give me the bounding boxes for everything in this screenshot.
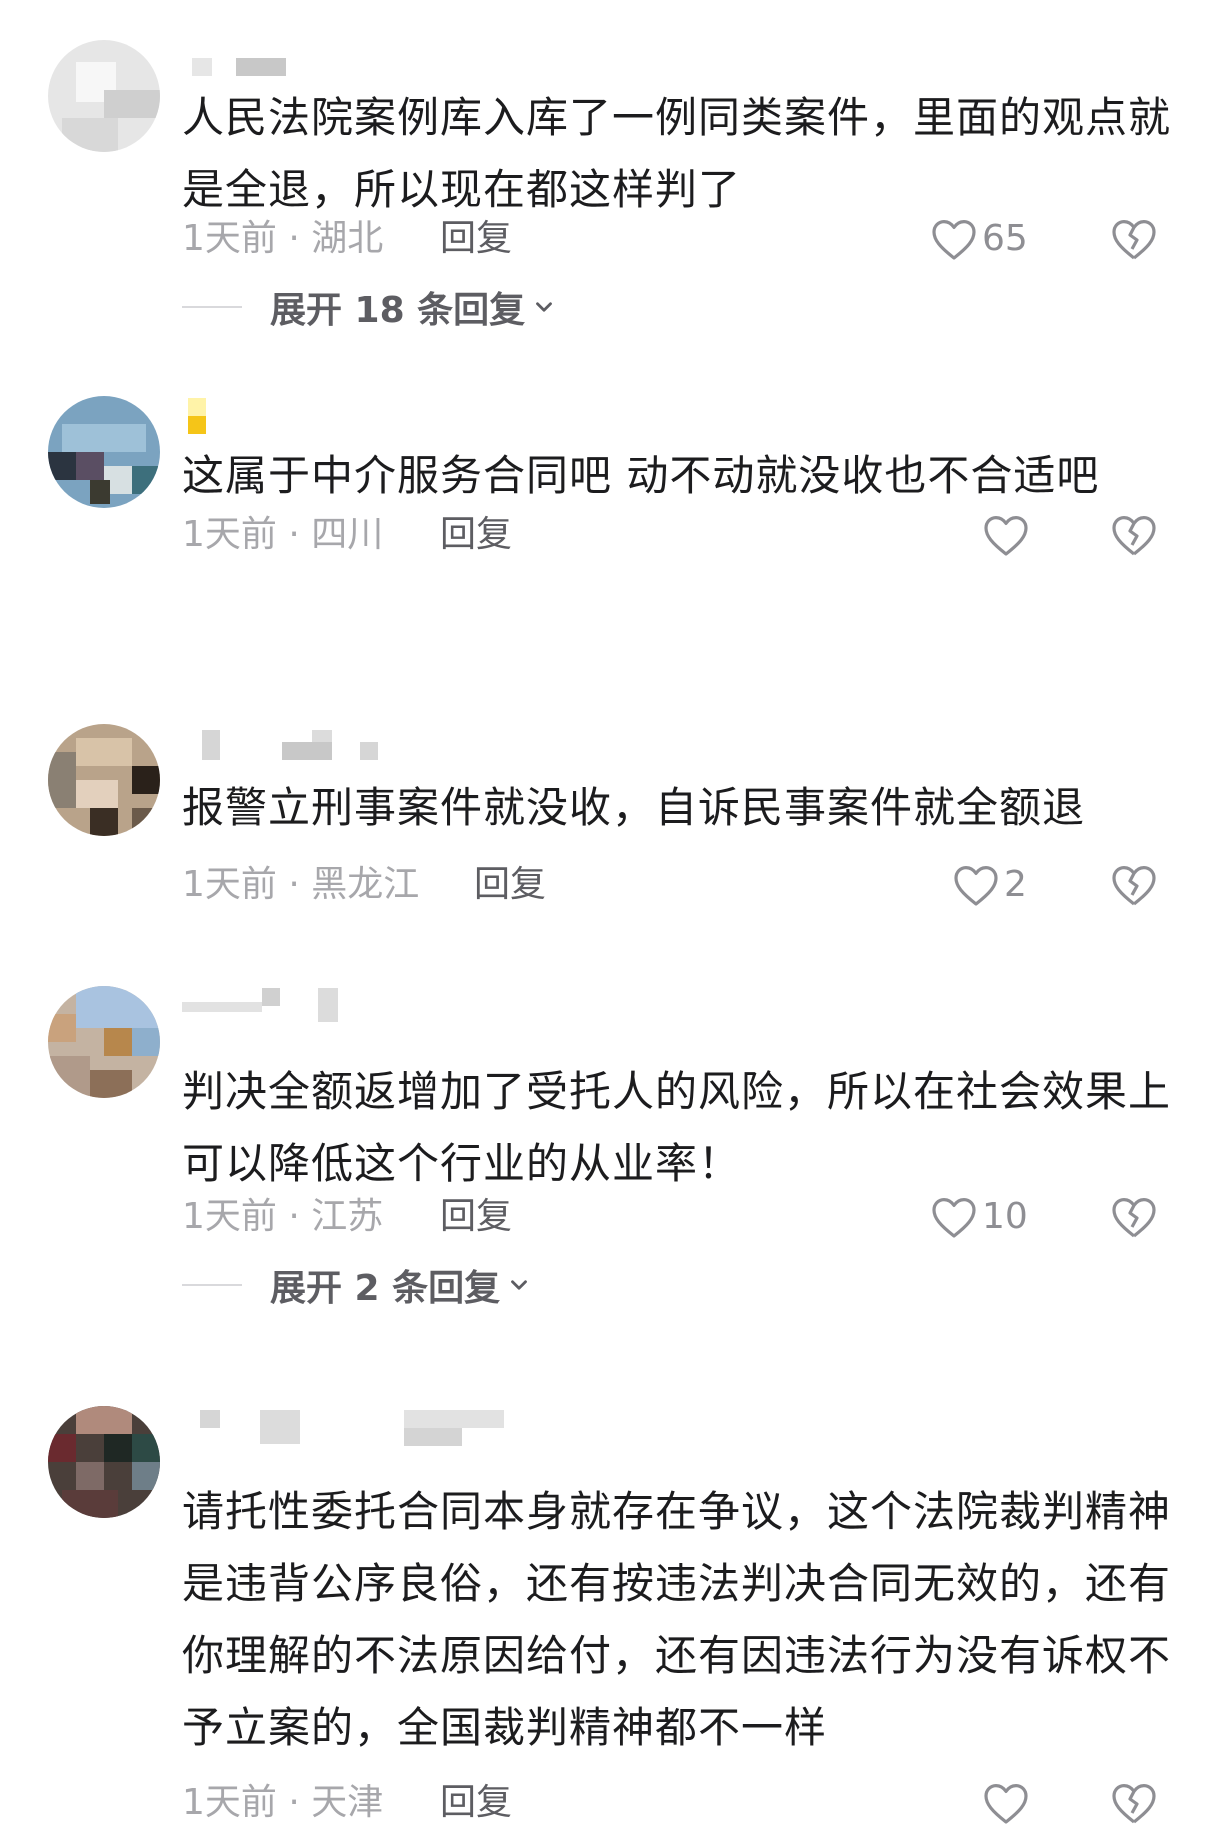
avatar[interactable] — [48, 1406, 160, 1518]
dislike-button[interactable] — [1110, 510, 1158, 560]
like-button[interactable] — [982, 1778, 1034, 1828]
broken-heart-icon — [1112, 516, 1156, 556]
like-count: 2 — [1004, 864, 1027, 905]
comment-text: 请托性委托合同本身就存在争议，这个法院裁判精神是违背公序良俗，还有按违法判决合同… — [182, 1487, 1172, 1752]
broken-heart-icon — [1112, 220, 1156, 260]
comment-meta: 1天前 · 黑龙江 — [182, 864, 420, 905]
dislike-button[interactable] — [1110, 1192, 1158, 1242]
heart-outline-icon — [984, 1784, 1028, 1824]
avatar[interactable] — [48, 724, 160, 836]
reply-button[interactable]: 回复 — [440, 1778, 512, 1828]
like-button[interactable]: 10 — [930, 1192, 1028, 1242]
dislike-button[interactable] — [1110, 1778, 1158, 1828]
divider-line — [182, 306, 242, 308]
like-button[interactable]: 65 — [930, 214, 1028, 264]
comment-meta: 1天前 · 江苏 — [182, 1196, 384, 1237]
chevron-down-icon — [511, 1280, 528, 1290]
like-count: 10 — [982, 1196, 1028, 1237]
comment-meta: 1天前 · 四川 — [182, 514, 384, 555]
broken-heart-icon — [1112, 866, 1156, 906]
comment-meta: 1天前 · 湖北 — [182, 218, 384, 259]
avatar[interactable] — [48, 40, 160, 152]
expand-replies-label: 展开 18 条回复 — [270, 290, 526, 331]
dislike-button[interactable] — [1110, 214, 1158, 264]
reply-button[interactable]: 回复 — [440, 1192, 512, 1242]
reply-button[interactable]: 回复 — [440, 510, 512, 560]
reply-button[interactable]: 回复 — [474, 860, 546, 910]
comment-text: 判决全额返增加了受托人的风险，所以在社会效果上可以降低这个行业的从业率！ — [182, 1067, 1172, 1188]
comment-text: 报警立刑事案件就没收，自诉民事案件就全额退 — [182, 783, 1086, 832]
expand-replies-button[interactable]: 展开 18 条回复 — [182, 282, 557, 332]
comment-meta: 1天前 · 天津 — [182, 1782, 384, 1823]
broken-heart-icon — [1112, 1784, 1156, 1824]
expand-replies-label: 展开 2 条回复 — [270, 1268, 501, 1309]
heart-outline-icon — [954, 866, 998, 906]
broken-heart-icon — [1112, 1198, 1156, 1238]
heart-outline-icon — [932, 1198, 976, 1238]
divider-line — [182, 1284, 242, 1286]
like-button[interactable] — [982, 510, 1034, 560]
heart-outline-icon — [984, 516, 1028, 556]
expand-replies-button[interactable]: 展开 2 条回复 — [182, 1260, 532, 1310]
comment-text: 人民法院案例库入库了一例同类案件，里面的观点就是全退，所以现在都这样判了 — [182, 93, 1172, 214]
reply-button[interactable]: 回复 — [440, 214, 512, 264]
dislike-button[interactable] — [1110, 860, 1158, 910]
like-count: 65 — [982, 218, 1028, 259]
avatar[interactable] — [48, 396, 160, 508]
like-button[interactable]: 2 — [952, 860, 1027, 910]
avatar[interactable] — [48, 986, 160, 1098]
chevron-down-icon — [536, 302, 553, 312]
comment-text: 这属于中介服务合同吧 动不动就没收也不合适吧 — [182, 451, 1100, 500]
heart-outline-icon — [932, 220, 976, 260]
